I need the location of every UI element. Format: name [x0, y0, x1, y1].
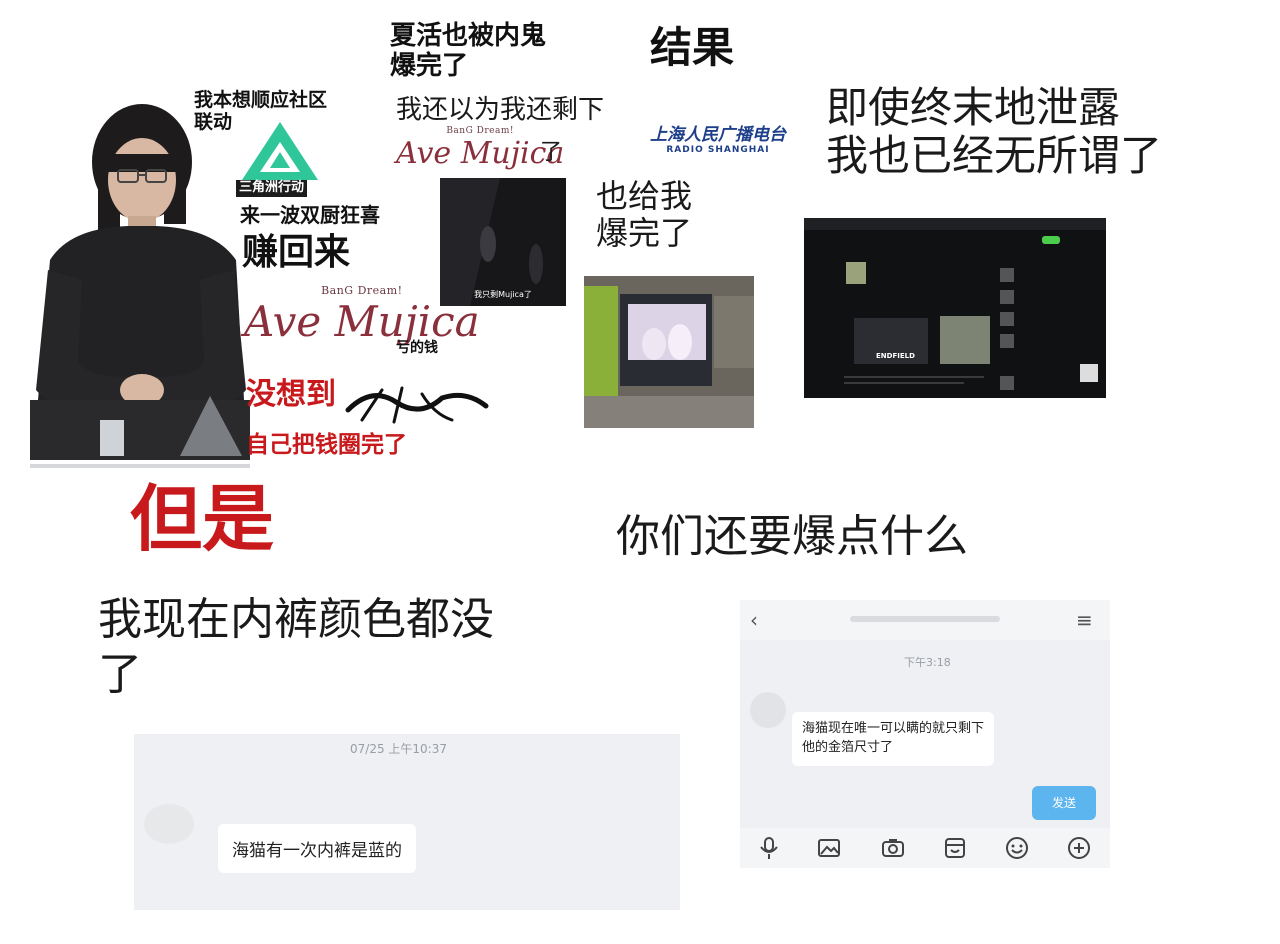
chat-left-message: 海猫有一次内裤是蓝的	[218, 824, 416, 873]
caption-thought-remaining: 我还以为我还剩下	[396, 95, 605, 125]
image-icon[interactable]	[816, 835, 842, 861]
caption-what-else: 你们还要爆点什么	[616, 511, 968, 562]
caption-summer-event-leaked: 夏活也被内鬼 爆完了	[390, 21, 547, 81]
chat-left-avatar	[144, 804, 194, 844]
send-button[interactable]: 发送	[1032, 786, 1096, 820]
sticker-icon[interactable]	[942, 835, 968, 861]
caption-underwear-color: 我现在内裤颜色都没 了	[98, 594, 494, 700]
caption-end-leak: 即使终末地泄露 我也已经无所谓了	[826, 83, 1163, 181]
person-photo	[30, 104, 250, 468]
endfield-website-screenshot: ENDFIELD	[804, 218, 1106, 398]
caption-result: 结果	[650, 23, 735, 72]
chat-right-timestamp: 下午3:18	[904, 656, 951, 669]
bangdream-label-small: BanG Dream!	[446, 126, 514, 136]
caption-earn-back: 赚回来	[242, 232, 351, 273]
anime-frame-image: 我只剩Mujica了	[440, 178, 566, 306]
chat-right-toolbar	[740, 828, 1110, 868]
endfield-logo-text: ENDFIELD	[876, 352, 915, 360]
chat-screenshot-right: ‹ ≡ 下午3:18 海猫现在唯一可以瞒的就只剩下 他的金箔尺寸了 发送	[740, 600, 1110, 868]
chat-right-title-blur	[850, 616, 1000, 622]
chat-right-header: ‹ ≡	[740, 600, 1110, 640]
radio-shanghai-logo: 上海人民广播电台 RADIO SHANGHAI	[650, 120, 786, 155]
camera-icon[interactable]	[880, 835, 906, 861]
emoji-icon[interactable]	[1004, 835, 1030, 861]
billboard-photo	[584, 276, 754, 428]
triangle-logo-text: 三角洲行动	[236, 180, 308, 197]
brush-calligraphy-logo	[345, 386, 489, 424]
caption-circled-self: 自己把钱圈完了	[246, 432, 407, 458]
plus-icon[interactable]	[1066, 835, 1092, 861]
caption-also-for-me: 也给我 爆完了	[596, 177, 693, 252]
back-chevron-icon[interactable]: ‹	[750, 608, 758, 632]
radio-shanghai-en: RADIO SHANGHAI	[666, 145, 770, 155]
chat-right-avatar	[750, 692, 786, 728]
microphone-icon[interactable]	[756, 835, 782, 861]
triangle-logo-icon	[242, 122, 318, 180]
chat-left-timestamp: 07/25 上午10:37	[350, 742, 447, 756]
anime-frame-subtitle: 我只剩Mujica了	[474, 290, 532, 299]
chat-screenshot-left: 07/25 上午10:37 海猫有一次内裤是蓝的	[134, 734, 680, 910]
caption-lost-money: 亏的钱	[396, 340, 438, 356]
caption-didnt-expect: 没想到	[246, 377, 336, 412]
caption-le-suffix: 了	[540, 140, 563, 165]
caption-but: 但是	[130, 477, 275, 561]
caption-double-kitchen: 来一波双厨狂喜	[240, 203, 380, 227]
menu-icon[interactable]: ≡	[1076, 608, 1093, 632]
chat-right-message: 海猫现在唯一可以瞒的就只剩下 他的金箔尺寸了	[792, 712, 995, 766]
radio-shanghai-cn: 上海人民广播电台	[650, 125, 786, 145]
